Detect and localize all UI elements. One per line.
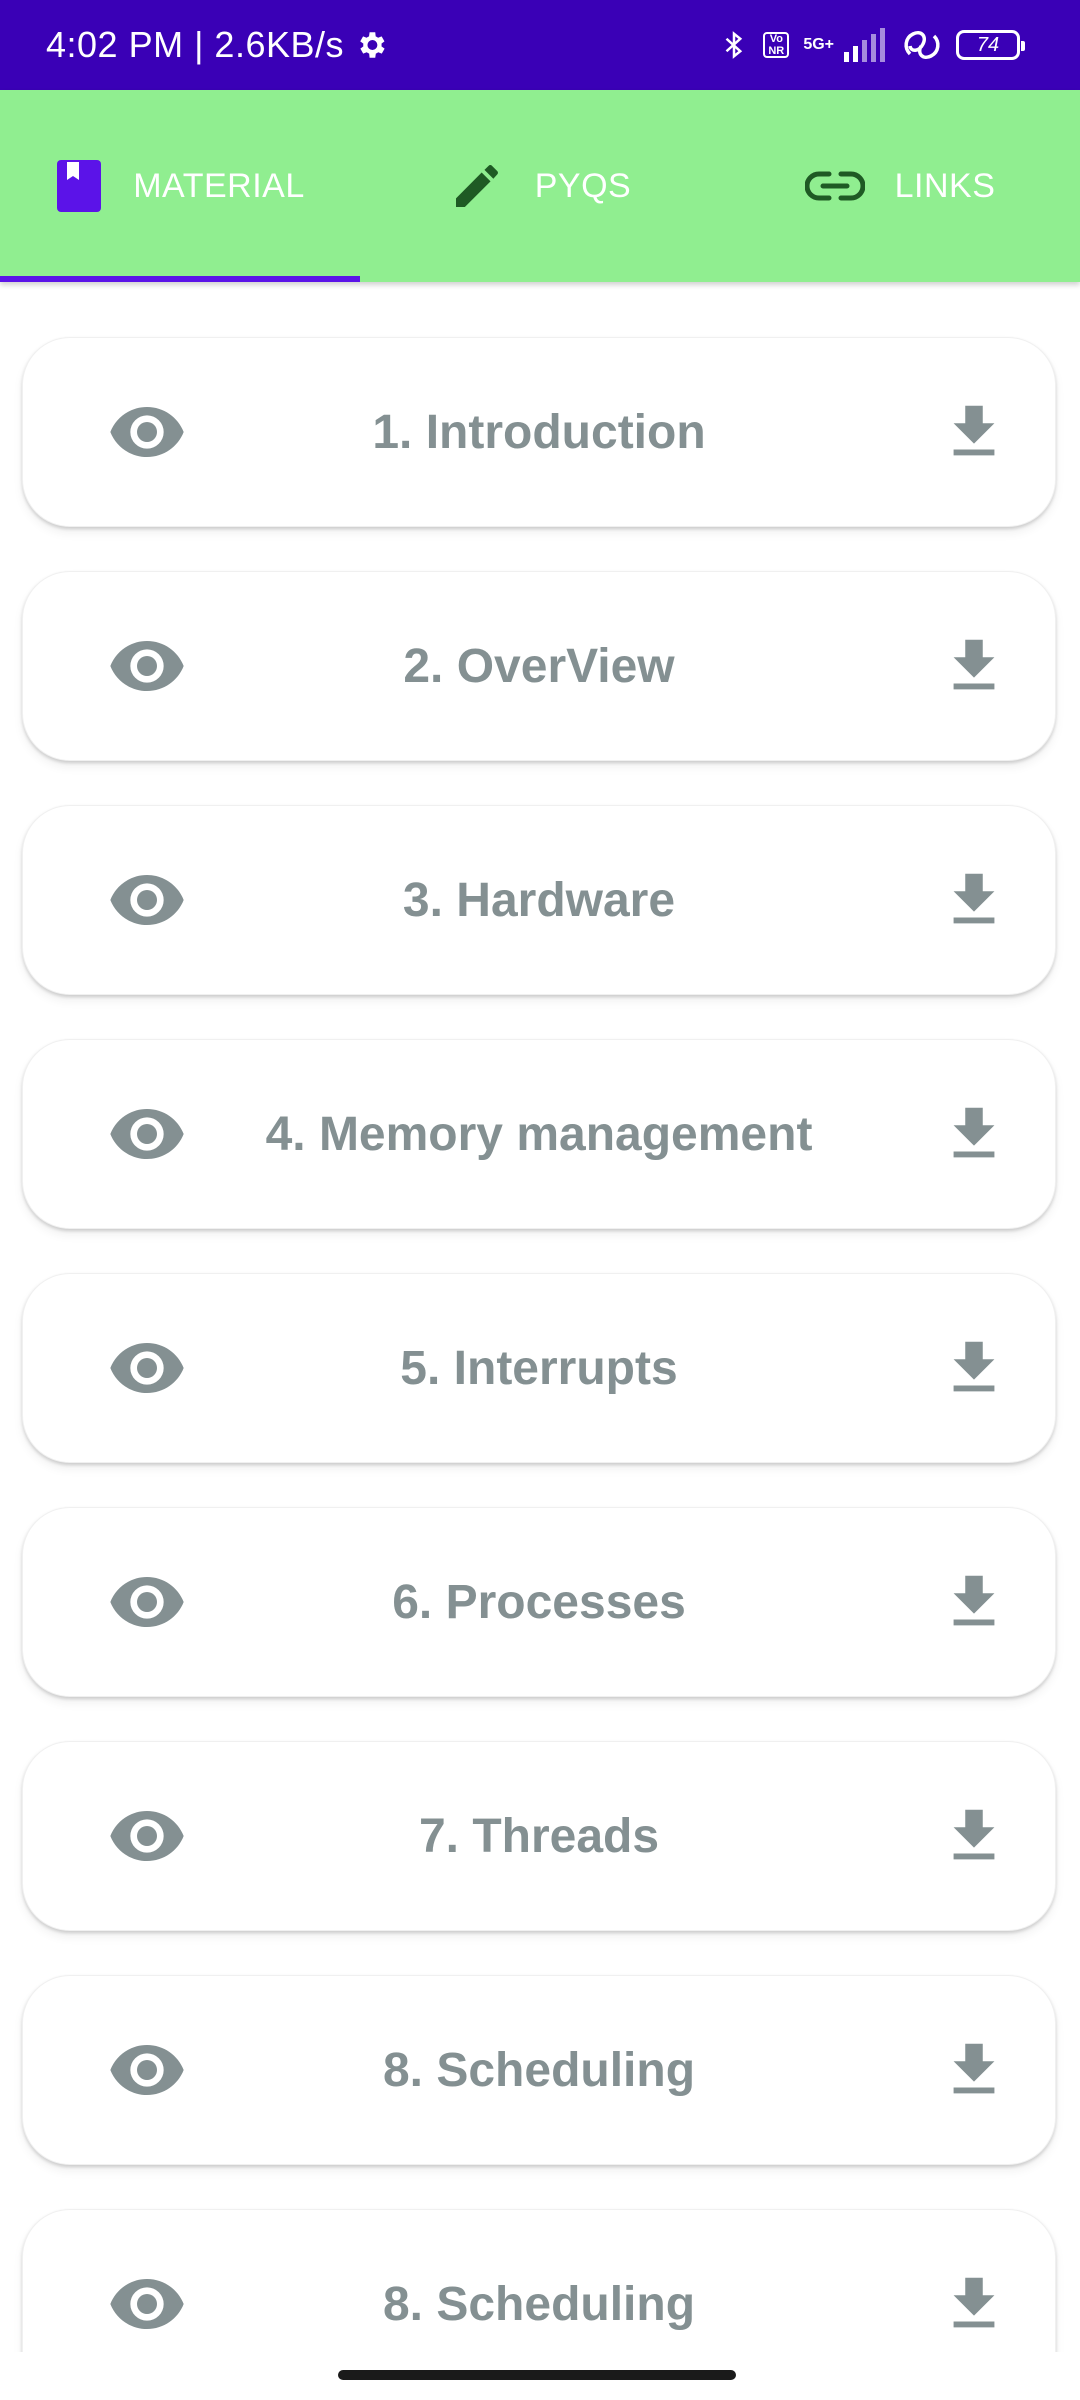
tab-material[interactable]: MATERIAL [0,90,360,282]
tab-material-label: MATERIAL [133,166,305,205]
status-left: 4:02 PM | 2.6KB/s [46,0,388,90]
hotspot-icon [904,31,940,59]
list-item: 6. Processes [22,1507,1056,1697]
download-icon[interactable] [939,397,1009,467]
download-icon[interactable] [939,1099,1009,1169]
vonr-badge: Vo NR [763,32,790,58]
tab-pyqs[interactable]: PYQS [360,90,720,282]
eye-icon[interactable] [107,2030,187,2110]
status-bar: 4:02 PM | 2.6KB/s Vo NR 5G+ 74 [0,0,1080,90]
list-item: 8. Scheduling [22,1975,1056,2165]
material-list: 1. Introduction 2. OverView 3. Hardware … [0,282,1080,2352]
eye-icon[interactable] [107,1328,187,1408]
book-icon [57,160,102,212]
tab-bar: MATERIAL PYQS LINKS [0,90,1080,282]
eye-icon[interactable] [107,392,187,472]
eye-icon[interactable] [107,860,187,940]
list-item: 3. Hardware [22,805,1056,995]
download-icon[interactable] [939,631,1009,701]
list-item: 1. Introduction [22,337,1056,527]
tab-pyqs-label: PYQS [534,166,632,205]
gear-icon [360,32,385,58]
tab-links-label: LINKS [894,166,996,205]
network-type: 5G+ [803,36,834,53]
tab-indicator [0,276,360,282]
download-icon[interactable] [939,1801,1009,1871]
eye-icon[interactable] [107,1094,187,1174]
signal-icon [844,28,885,62]
gesture-nav-bar[interactable] [338,2370,736,2380]
tab-links[interactable]: LINKS [720,90,1080,282]
list-item: 7. Threads [22,1741,1056,1931]
download-icon[interactable] [939,2269,1009,2339]
download-icon[interactable] [939,2035,1009,2105]
eye-icon[interactable] [107,1796,187,1876]
download-icon[interactable] [939,865,1009,935]
battery-level: 74 [976,33,1000,56]
download-icon[interactable] [939,1333,1009,1403]
battery-indicator: 74 [956,30,1025,60]
status-time: 4:02 PM | 2.6KB/s [46,24,344,65]
list-item: 2. OverView [22,571,1056,761]
status-right: Vo NR 5G+ 74 [719,0,1025,90]
pencil-icon [455,165,498,207]
bluetooth-icon [725,31,743,59]
eye-icon[interactable] [107,626,187,706]
link-icon [804,171,865,201]
eye-icon[interactable] [107,1562,187,1642]
list-item: 4. Memory management [22,1039,1056,1229]
eye-icon[interactable] [107,2264,187,2344]
list-item: 5. Interrupts [22,1273,1056,1463]
download-icon[interactable] [939,1567,1009,1637]
list-item: 8. Scheduling [22,2209,1056,2352]
